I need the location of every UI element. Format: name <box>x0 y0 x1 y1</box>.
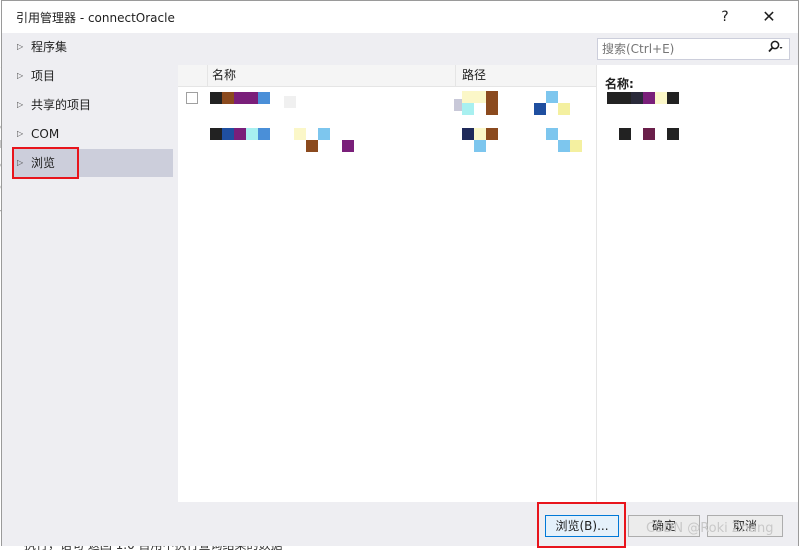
redacted-block <box>462 128 474 140</box>
expand-arrow-icon: ▷ <box>17 158 24 167</box>
redacted-block <box>607 92 631 104</box>
redacted-block <box>284 96 296 108</box>
redacted-block <box>210 128 222 140</box>
redacted-block <box>558 103 570 115</box>
redacted-block <box>234 92 258 104</box>
redacted-block <box>462 103 474 115</box>
list-header: 名称 路径 <box>178 65 596 87</box>
table-row[interactable] <box>178 125 596 153</box>
redacted-block <box>246 128 258 140</box>
redacted-block <box>474 128 486 140</box>
nav-item-label: COM <box>31 127 60 141</box>
nav-item-label: 浏览 <box>31 156 56 170</box>
cancel-button[interactable]: 取消 <box>707 515 783 537</box>
redacted-block <box>486 91 498 115</box>
redacted-block <box>342 140 354 152</box>
nav-item-label: 项目 <box>31 69 56 83</box>
details-name-label: 名称: <box>605 77 634 91</box>
table-row[interactable] <box>178 89 596 117</box>
redacted-block <box>570 140 582 152</box>
redacted-block <box>462 91 486 103</box>
browse-button[interactable]: 浏览(B)... <box>545 515 619 537</box>
expand-arrow-icon: ▷ <box>17 71 24 80</box>
search-icon[interactable] <box>762 40 788 58</box>
redacted-block <box>474 140 486 152</box>
row-checkbox[interactable] <box>186 92 198 104</box>
nav-item-label: 共享的项目 <box>31 98 92 112</box>
redacted-block <box>667 92 679 104</box>
search-icon-glyph <box>768 40 783 53</box>
nav-item-label: 程序集 <box>31 40 68 54</box>
redacted-block <box>294 128 306 140</box>
redacted-block <box>631 92 643 104</box>
redacted-block <box>210 92 222 104</box>
header-check-column <box>178 65 208 86</box>
redacted-block <box>667 128 679 140</box>
expand-arrow-icon: ▷ <box>17 42 24 51</box>
search-box[interactable] <box>597 38 790 60</box>
redacted-block <box>306 140 318 152</box>
redacted-block <box>655 92 667 104</box>
nav-item-assemblies[interactable]: ▷ 程序集 <box>12 33 173 61</box>
redacted-block <box>558 140 570 152</box>
redacted-block <box>222 92 234 104</box>
nav-item-com[interactable]: ▷ COM <box>12 120 173 148</box>
redacted-block <box>318 128 330 140</box>
column-header-name[interactable]: 名称 <box>208 65 456 86</box>
nav-item-projects[interactable]: ▷ 项目 <box>12 62 173 90</box>
ok-button[interactable]: 确定 <box>628 515 700 537</box>
redacted-block <box>222 128 234 140</box>
close-icon: ✕ <box>762 7 776 26</box>
window-title: 引用管理器 - connectOracle <box>16 11 175 25</box>
redacted-block <box>546 128 558 140</box>
help-button[interactable]: ? <box>712 5 738 29</box>
redacted-block <box>234 128 246 140</box>
reference-list: 名称 路径 <box>178 65 596 502</box>
title-bar: 引用管理器 - connectOracle ? ✕ <box>2 1 798 33</box>
nav-item-browse[interactable]: ▷ 浏览 <box>12 149 173 177</box>
redacted-block <box>534 103 546 115</box>
search-input[interactable] <box>602 41 762 57</box>
details-pane: 名称: <box>596 65 798 502</box>
redacted-block <box>258 128 270 140</box>
redacted-block <box>546 91 558 103</box>
redacted-block <box>258 92 270 104</box>
reference-manager-dialog: 引用管理器 - connectOracle ? ✕ ▷ 程序集 ▷ 项目 ▷ 共… <box>1 0 799 548</box>
expand-arrow-icon: ▷ <box>17 129 24 138</box>
nav-item-shared-projects[interactable]: ▷ 共享的项目 <box>12 91 173 119</box>
close-button[interactable]: ✕ <box>756 5 782 29</box>
column-header-path[interactable]: 路径 <box>456 65 602 86</box>
redacted-block <box>619 128 631 140</box>
dialog-footer: 浏览(B)... 确定 取消 <box>2 502 798 546</box>
redacted-block <box>643 128 655 140</box>
category-nav: ▷ 程序集 ▷ 项目 ▷ 共享的项目 ▷ COM ▷ 浏览 <box>2 33 178 503</box>
redacted-block <box>486 128 498 140</box>
expand-arrow-icon: ▷ <box>17 100 24 109</box>
